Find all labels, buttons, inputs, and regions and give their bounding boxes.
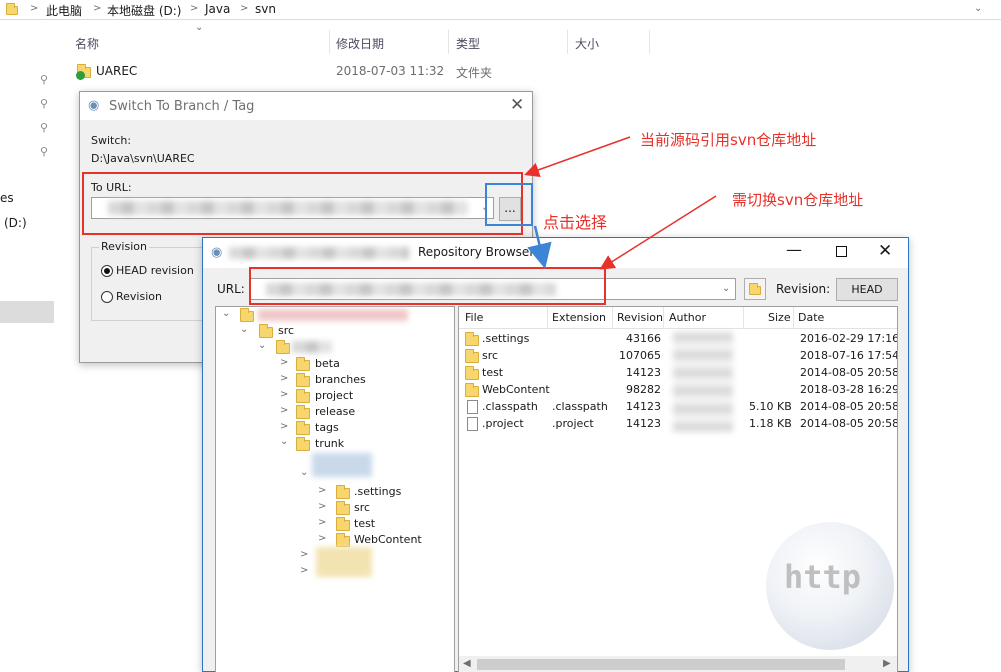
arrow-current-url: [524, 136, 631, 178]
annotation-arrows: [524, 136, 717, 270]
arrow-switch-url: [599, 195, 717, 270]
arrow-click-select: [527, 225, 552, 269]
